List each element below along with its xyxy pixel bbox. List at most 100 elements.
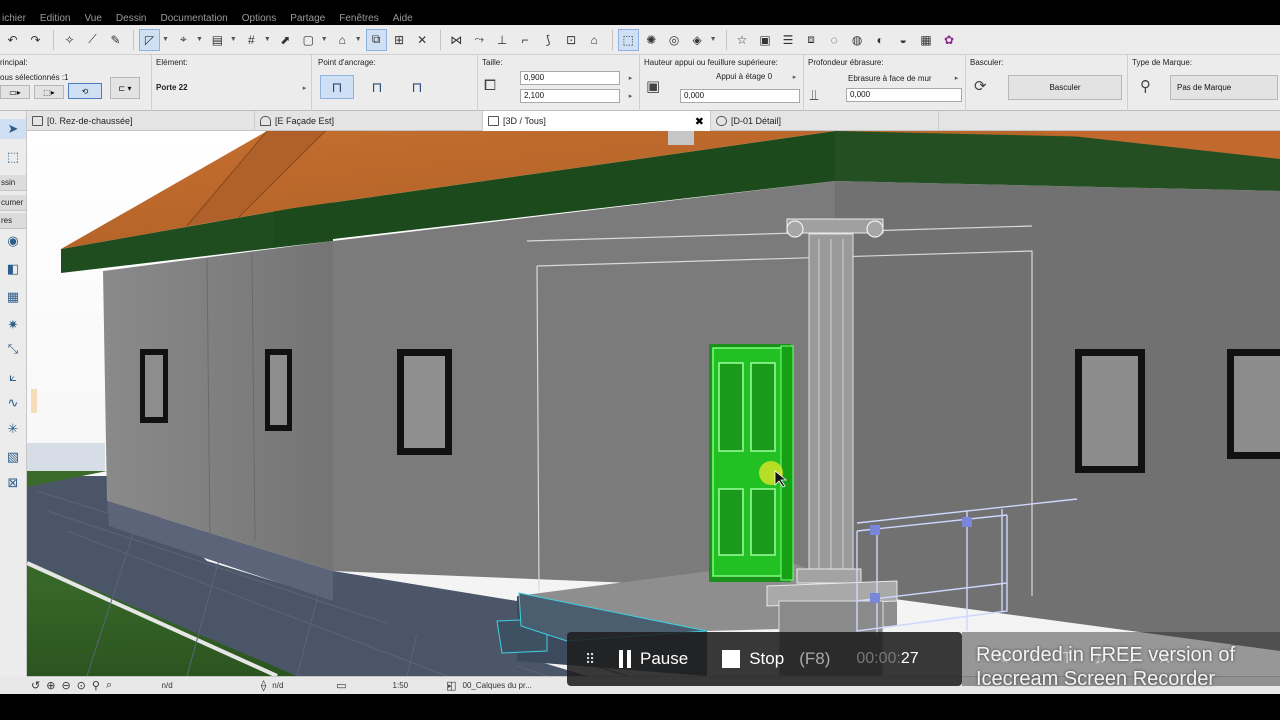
snap-guide-icon[interactable]: ▤ (207, 29, 228, 51)
drag-handle-icon[interactable]: ⠿ (585, 652, 595, 666)
dimension-tool-icon[interactable]: ⤡ (0, 339, 26, 359)
sill-height-field[interactable]: 0,000 (680, 89, 800, 103)
marquee-select-button[interactable]: ⬚▸ (34, 85, 64, 99)
explode-icon[interactable]: ✺ (641, 29, 662, 51)
fit-window-icon[interactable]: ⌕ (106, 679, 112, 692)
layer-combo-icon[interactable]: ▦ (916, 29, 937, 51)
width-arrow-icon[interactable]: ▸ (626, 72, 635, 84)
reveal-depth-field[interactable]: 0,000 (846, 88, 962, 102)
status-layer-combo[interactable]: ◫ 00_Calques du pr... (442, 677, 536, 695)
arrow-tool-icon[interactable]: ➤ (0, 119, 26, 139)
chevron-down-icon[interactable]: ▼ (196, 36, 203, 43)
3d-viewport[interactable] (27, 131, 1280, 676)
orbit-icon[interactable]: ◎ (664, 29, 685, 51)
chevron-down-icon[interactable]: ▼ (355, 36, 362, 43)
redo-icon[interactable]: ↷ (25, 29, 46, 51)
section-tool-icon[interactable]: ◧ (0, 259, 26, 279)
menu-edit[interactable]: Edition (40, 14, 71, 25)
status-scale[interactable]: ▭ 1:50 ▸ (332, 677, 452, 695)
chevron-down-icon[interactable]: ▼ (710, 36, 717, 43)
trace-icon[interactable]: ⊞ (389, 29, 410, 51)
interior-elevation-icon[interactable]: ▦ (0, 287, 26, 307)
grid-icon[interactable]: # (241, 29, 262, 51)
height-field[interactable]: 2,100 (520, 89, 620, 103)
marquee-icon[interactable]: ▢ (298, 29, 319, 51)
close-trace-icon[interactable]: ✕ (412, 29, 433, 51)
layout-book-icon[interactable]: ▣ (755, 29, 776, 51)
menu-view[interactable]: Vue (84, 14, 101, 25)
toolbox-group-design[interactable]: ssin (0, 175, 26, 191)
pause-button[interactable]: Pause (619, 649, 688, 669)
flip-button[interactable]: Basculer (1008, 75, 1122, 100)
door-symbol-button[interactable]: ⊏ ▾ (110, 77, 140, 99)
inject-icon[interactable]: ✎ (105, 29, 126, 51)
element-arrow-icon[interactable]: ▸ (300, 82, 309, 94)
gdl-object-icon[interactable]: ◐ (870, 29, 891, 51)
toolbox-group-document[interactable]: cumer (0, 195, 26, 211)
camera-tool-icon[interactable]: ◉ (0, 231, 26, 251)
tab-detail[interactable]: [D-01 Détail] (711, 111, 939, 131)
tab-east-elevation[interactable]: [E Façade Est] (255, 111, 483, 131)
star-icon[interactable]: ☆ (732, 29, 753, 51)
spline-tool-icon[interactable]: ∿ (0, 393, 26, 413)
publisher-icon[interactable]: ☰ (778, 29, 799, 51)
close-icon[interactable]: ✖ (695, 115, 704, 128)
menu-options[interactable]: Options (242, 14, 276, 25)
chevron-down-icon[interactable]: ▼ (162, 36, 169, 43)
menu-file[interactable]: ichier (2, 14, 26, 25)
menu-share[interactable]: Partage (290, 14, 325, 25)
selection-filter-button[interactable]: ▭▸ (0, 85, 30, 99)
toolbox-group-more[interactable]: res (0, 213, 26, 229)
undo-zoom-icon[interactable]: ↺ (31, 679, 40, 692)
cube-icon[interactable]: ◈ (687, 29, 708, 51)
marker-type-select[interactable]: Pas de Marque (1170, 75, 1278, 100)
undo-icon[interactable]: ↶ (2, 29, 23, 51)
chevron-down-icon[interactable]: ▼ (264, 36, 271, 43)
rotate-handle-button[interactable]: ⟲ (68, 83, 102, 99)
tab-ground-floor[interactable]: [0. Rez-de-chaussée] (27, 111, 255, 131)
chevron-down-icon[interactable]: ▼ (230, 36, 237, 43)
offset-icon[interactable]: ⟆ (538, 29, 559, 51)
marquee-tool-icon[interactable]: ⬚ (0, 147, 26, 167)
level-dimension-icon[interactable]: ⟀ (0, 367, 26, 387)
magic-wand-icon[interactable]: ✧ (59, 29, 80, 51)
adjust-icon[interactable]: ⤳ (469, 29, 490, 51)
library-icon[interactable]: ◍ (847, 29, 868, 51)
split-icon[interactable]: ⋈ (446, 29, 467, 51)
chevron-down-icon[interactable]: ▼ (321, 36, 328, 43)
menu-documentation[interactable]: Documentation (160, 14, 227, 25)
house-icon[interactable]: ⌂ (584, 29, 605, 51)
anchor-right-button[interactable]: ⊓ (400, 75, 434, 99)
guide-line-icon[interactable]: ⌖ (173, 29, 194, 51)
stop-button[interactable]: Stop (F8) (722, 649, 830, 669)
zoom-in-icon[interactable]: ⊕ (46, 679, 55, 692)
intersect-icon[interactable]: ⊥ (492, 29, 513, 51)
section-icon[interactable]: ◒ (893, 29, 914, 51)
anchor-center-button[interactable]: ⊓ (360, 75, 394, 99)
anchor-left-button[interactable]: ⊓ (320, 75, 354, 99)
arrow-tool-icon[interactable]: ◸ (139, 28, 160, 51)
tab-3d-all[interactable]: [3D / Tous] ✖ (483, 111, 711, 131)
menu-draw[interactable]: Dessin (116, 14, 147, 25)
walk-icon[interactable]: ⚲ (92, 679, 100, 692)
resize-icon[interactable]: ⊡ (561, 29, 582, 51)
width-field[interactable]: 0,900 (520, 71, 620, 85)
menu-windows[interactable]: Fenêtres (339, 14, 378, 25)
suspend-groups-icon[interactable]: ⧉ (365, 28, 387, 51)
orbit-nav-icon[interactable]: ⊙ (77, 679, 86, 692)
drawing-tool-icon[interactable]: ⊠ (0, 473, 26, 493)
cursor-snap-icon[interactable]: ⬈ (275, 29, 296, 51)
height-arrow-icon[interactable]: ▸ (626, 90, 635, 102)
zoom-out-icon[interactable]: ⊖ (61, 679, 70, 692)
menu-help[interactable]: Aide (393, 14, 413, 25)
hotspot-tool-icon[interactable]: ✳ (0, 419, 26, 439)
reveal-mode-arrow-icon[interactable]: ▸ (952, 72, 961, 84)
sill-mode-arrow-icon[interactable]: ▸ (790, 71, 799, 83)
select-3d-icon[interactable]: ⬚ (617, 28, 639, 51)
pick-up-icon[interactable]: ⟋ (82, 29, 103, 51)
fillet-icon[interactable]: ⌐ (515, 29, 536, 51)
lamp-tool-icon[interactable]: ✷ (0, 315, 26, 335)
teamwork-icon[interactable]: ◌ (824, 29, 845, 51)
add-on-icon[interactable]: ✿ (939, 29, 960, 51)
lock-icon[interactable]: ⌂ (332, 29, 353, 51)
